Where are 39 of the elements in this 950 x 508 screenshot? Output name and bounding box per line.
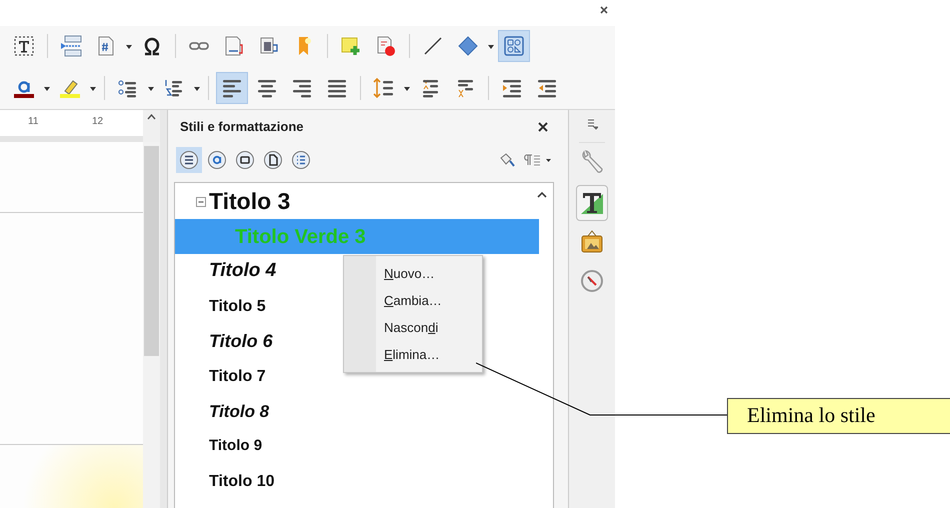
footnote-icon <box>223 35 245 57</box>
close-icon[interactable] <box>538 122 548 132</box>
style-item[interactable]: Titolo 4 <box>175 254 276 289</box>
shapes-icon <box>503 35 525 57</box>
styles-icon <box>579 190 605 216</box>
compass-icon <box>580 269 604 293</box>
style-category-button[interactable] <box>176 147 202 173</box>
diamond-icon <box>457 35 479 57</box>
menu-item[interactable]: Cambia… <box>344 287 482 314</box>
fill-format-icon[interactable] <box>498 152 516 168</box>
sidebar-deck-tab[interactable] <box>576 185 608 221</box>
menu-icon[interactable] <box>586 118 598 130</box>
style-item[interactable]: Titolo 6 <box>175 324 273 359</box>
text-box-icon <box>13 35 35 57</box>
style-item[interactable]: Titolo 5 <box>175 289 266 324</box>
style-item[interactable]: Titolo 3 <box>175 184 290 219</box>
style-actions-icon[interactable] <box>522 152 552 168</box>
ruler-number: 12 <box>92 115 104 129</box>
style-item[interactable]: Titolo 7 <box>175 359 266 394</box>
collapse-icon[interactable] <box>196 196 206 206</box>
document-delete-icon <box>375 35 397 57</box>
callout-label: Elimina lo stile <box>727 398 950 434</box>
style-item[interactable]: Titolo 10 <box>175 464 274 499</box>
menu-item[interactable]: Nuovo… <box>344 260 482 287</box>
scroll-up-icon[interactable] <box>537 191 547 198</box>
scrollbar-thumb[interactable] <box>144 146 159 356</box>
note-add-icon <box>340 35 362 57</box>
close-icon[interactable] <box>600 6 608 14</box>
style-item[interactable]: Titolo 8 <box>175 394 270 429</box>
field-icon <box>60 35 82 57</box>
line-icon <box>422 35 444 57</box>
ruler-number: 11 <box>28 115 38 129</box>
style-item[interactable]: Titolo 9 <box>175 429 262 464</box>
menu-item[interactable]: Elimina… <box>344 341 482 368</box>
scroll-up-icon[interactable] <box>147 114 156 120</box>
menu-item[interactable]: Nascondi <box>344 314 482 341</box>
gallery-icon <box>580 230 604 254</box>
line-spacing-icon <box>373 76 395 98</box>
panel-title: Stili e formattazione <box>180 118 304 136</box>
